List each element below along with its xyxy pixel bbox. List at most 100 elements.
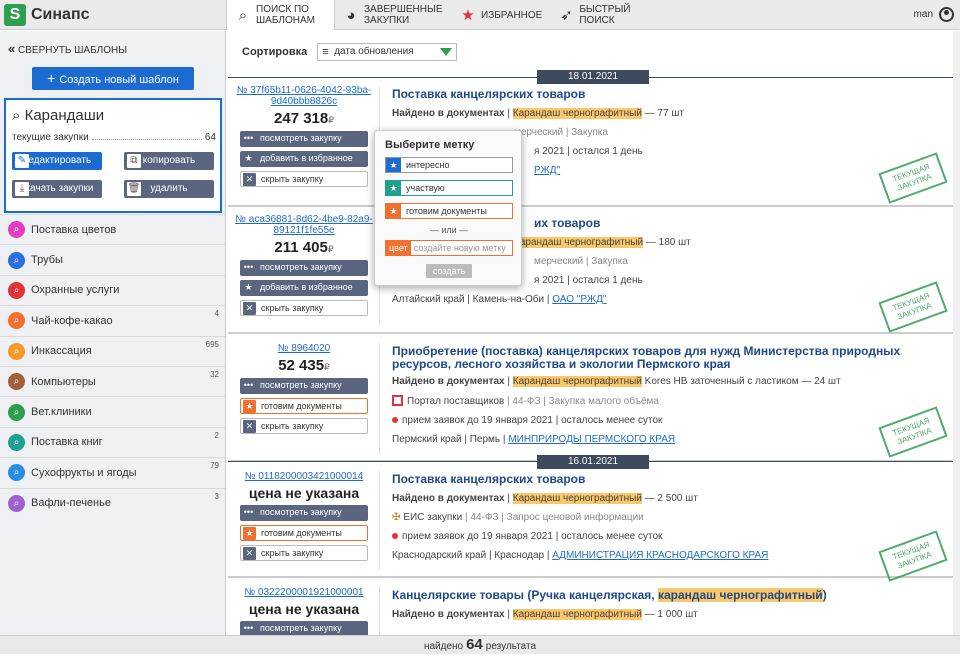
search-icon: ⌕ [8,464,25,482]
btn-label: посмотреть закупку [260,380,342,390]
purchase-id-link[interactable]: № 37f65b11-0626-4042-93ba-9d40bbb8826c [234,85,374,107]
found-label: Найдено в документах [392,493,505,504]
card-left: № 37f65b11-0626-4042-93ba-9d40bbb8826c 2… [234,85,374,187]
tag-label: интересно [406,160,450,170]
rocket-icon: ➶ [560,6,573,24]
create-template-button[interactable]: + Создать новый шаблон [32,67,194,90]
template-count: 2 [214,430,219,440]
scrollbar[interactable] [953,31,960,635]
delete-template-button[interactable]: 🗑 удалить [124,180,214,198]
hide-purchase-button[interactable]: ✕ скрыть закупку [240,171,368,187]
nav-completed[interactable]: ◕ ЗАВЕРШЕННЫЕ ЗАКУПКИ [335,0,452,30]
tag-option-interesting[interactable]: ★ интересно [385,157,513,173]
view-purchase-button[interactable]: ••• посмотреть закупку [240,378,368,394]
tag-option-preparing-docs[interactable]: ★ готовим документы [385,203,513,219]
create-tag-button[interactable]: создать [426,264,472,278]
customer-link[interactable]: ОАО "РЖД" [552,294,606,305]
preparing-docs-tag[interactable]: ★ готовим документы [240,525,368,541]
nav-template-search[interactable]: ⌕ ПОИСК ПО ШАБЛОНАМ [226,0,335,30]
template-count: 4 [214,309,219,319]
color-picker[interactable]: цвет [386,241,411,255]
purchase-id-link[interactable]: № 0322200001921000001 [234,587,374,598]
footer-pre: найдено [423,641,464,652]
download-purchases-button[interactable]: ⤓ скачать закупки [12,180,102,198]
sort-value: дата обновления [334,46,414,57]
purchase-title[interactable]: Приобретение (поставка) канцелярских тов… [392,345,932,371]
sort-select[interactable]: дата обновления [317,43,458,61]
user-menu[interactable]: man [914,7,954,22]
hide-purchase-button[interactable]: ✕ скрыть закупку [240,545,368,561]
tag-option-participating[interactable]: ★ участвую [385,180,513,196]
view-purchase-button[interactable]: ••• посмотреть закупку [240,260,368,276]
card-divider [379,470,380,570]
download-icon: ⤓ [15,182,29,196]
sidebar-template-item[interactable]: ⌕ Поставка книг 2 [0,426,225,457]
star-icon: ★ [386,181,401,195]
sidebar-template-item[interactable]: ⌕ Инкассация 695 [0,335,225,366]
found-highlight: Карандаш чернографитный [512,376,642,387]
star-icon: ★ [386,204,401,218]
copy-template-button[interactable]: ⧉ копировать [124,152,214,170]
main-nav: ⌕ ПОИСК ПО ШАБЛОНАМ ◕ ЗАВЕРШЕННЫЕ ЗАКУПК… [226,0,643,30]
plus-icon: + [47,70,56,86]
copy-icon: ⧉ [127,154,141,168]
new-tag-input[interactable]: цвет создайте новую метку [385,240,513,256]
purchase-title[interactable]: Поставка канцелярских товаров [392,473,932,486]
found-highlight: Карандаш чернографитный [512,108,642,119]
purchase-id-link[interactable]: № 8964020 [234,343,374,354]
customer-link[interactable]: АДМИНИСТРАЦИЯ КРАСНОДАРСКОГО КРАЯ [552,550,768,561]
sidebar-template-item[interactable]: ⌕ Вафли-печенье 3 [0,487,225,518]
username: man [913,9,933,20]
edit-template-button[interactable]: ✎ редактировать [12,152,102,170]
customer-link[interactable]: МИНПРИРОДЫ ПЕРМСКОГО КРАЯ [508,434,675,445]
trash-icon: 🗑 [127,182,141,196]
found-label: Найдено в документах [392,108,505,119]
sidebar-template-item[interactable]: ⌕ Поставка цветов [0,214,225,244]
customer-link[interactable]: РЖД" [534,165,560,176]
purchase-id-link[interactable]: № 0118200003421000014 [234,471,374,482]
template-list: ⌕ Поставка цветов ⌕ Трубы ⌕ Охранные услуги ⌕ Ч… [0,214,225,518]
dots-icon: ••• [243,262,254,272]
sidebar: « СВЕРНУТЬ ШАБЛОНЫ + Создать новый шаблон… [0,31,226,654]
logo[interactable]: S Синапс [4,4,90,26]
add-favorite-button[interactable]: ★ добавить в избранное [240,280,368,296]
template-label: Охранные услуги [31,284,120,297]
found-qty: — 77 шт [641,108,684,119]
btn-label: скрыть закупку [261,303,324,313]
sort-row: Сортировка дата обновления [242,43,458,61]
sidebar-template-item[interactable]: ⌕ Охранные услуги [0,274,225,305]
nav-favorites[interactable]: ★ ИЗБРАННОЕ [452,0,550,30]
sort-label: Сортировка [242,46,308,58]
sidebar-template-item[interactable]: ⌕ Вет.клиники [0,396,225,426]
sidebar-template-item[interactable]: ⌕ Трубы [0,244,225,274]
purchase-title[interactable]: Поставка канцелярских товаров [392,88,932,101]
purchase-id-link[interactable]: № aca36881-8d62-4be9-82a9-89121f1fe55e [234,214,374,236]
view-purchase-button[interactable]: ••• посмотреть закупку [240,505,368,521]
btn-label: скрыть закупку [261,174,324,184]
add-favorite-button[interactable]: ★ добавить в избранное [240,151,368,167]
purchase-title[interactable]: Канцелярские товары (Ручка канцелярская,… [392,588,932,602]
dots-icon: ••• [243,133,254,143]
hide-purchase-button[interactable]: ✕ скрыть закупку [240,418,368,434]
sidebar-template-item[interactable]: ⌕ Чай-кофе-какао 4 [0,305,225,335]
star-badge-icon: ★ [461,6,475,24]
delete-label: удалить [150,183,188,194]
dots-icon: ••• [243,507,254,517]
view-purchase-button[interactable]: ••• посмотреть закупку [240,131,368,147]
sidebar-template-item[interactable]: ⌕ Сухофрукты и ягоды 79 [0,457,225,487]
template-name: Карандаши [24,107,105,124]
preparing-docs-tag[interactable]: ★ готовим документы [240,398,368,414]
collapse-templates-button[interactable]: « СВЕРНУТЬ ШАБЛОНЫ [8,41,127,56]
btn-label: готовим документы [261,528,342,538]
hide-purchase-button[interactable]: ✕ скрыть закупку [240,300,368,316]
nav-quick-search[interactable]: ➶ БЫСТРЫЙ ПОИСК [550,0,643,30]
search-icon: ⌕ [12,107,21,124]
deadline-text: прием заявок до 19 января 2021 | осталос… [402,415,663,426]
sidebar-template-item[interactable]: ⌕ Компьютеры 32 [0,365,225,396]
template-title: ⌕ Карандаши [12,107,104,124]
card-left: № aca36881-8d62-4be9-82a9-89121f1fe55e 2… [234,214,374,316]
found-row: Найдено в документах | Карандаш черногра… [392,108,684,119]
template-count: 3 [214,491,219,501]
btn-label: скрыть закупку [261,548,324,558]
search-icon: ⌕ [8,281,25,299]
